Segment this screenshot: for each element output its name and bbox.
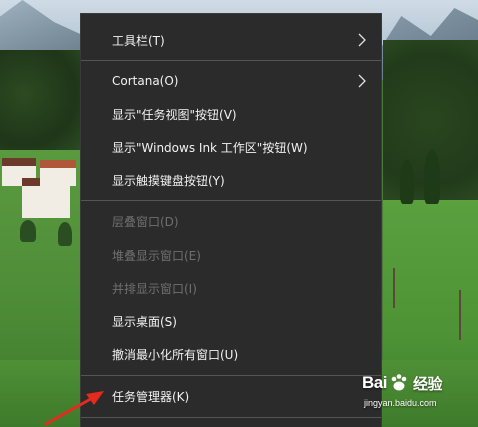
wallpaper-tree xyxy=(58,222,72,246)
baidu-paw-icon xyxy=(391,374,407,391)
wallpaper-tree xyxy=(20,220,36,242)
taskbar-context-menu: 工具栏(T) Cortana(O) 显示"任务视图"按钮(V) 显示"Windo… xyxy=(80,13,382,427)
menu-item-cascade-windows[interactable]: 层叠窗口(D) xyxy=(81,205,381,237)
menu-item-cortana[interactable]: Cortana(O) xyxy=(81,65,381,97)
wallpaper-house xyxy=(40,160,76,186)
menu-item-show-windows-ink-button[interactable]: 显示"Windows Ink 工作区"按钮(W) xyxy=(81,131,381,163)
chevron-right-icon xyxy=(358,74,366,88)
menu-item-label: 并排显示窗口(I) xyxy=(112,281,197,296)
wallpaper-tree xyxy=(400,160,414,204)
menu-item-show-task-view-button[interactable]: 显示"任务视图"按钮(V) xyxy=(81,98,381,130)
menu-item-side-by-side-windows[interactable]: 并排显示窗口(I) xyxy=(81,272,381,304)
menu-separator xyxy=(81,60,381,61)
menu-item-show-desktop[interactable]: 显示桌面(S) xyxy=(81,305,381,337)
menu-item-task-manager[interactable]: 任务管理器(K) xyxy=(81,380,381,412)
chevron-right-icon xyxy=(358,33,366,47)
menu-item-label: 层叠窗口(D) xyxy=(112,214,179,229)
menu-item-label: 撤消最小化所有窗口(U) xyxy=(112,347,239,362)
menu-item-toolbars[interactable]: 工具栏(T) xyxy=(81,24,381,56)
wallpaper-fence-post xyxy=(393,268,395,308)
menu-item-label: 显示触摸键盘按钮(Y) xyxy=(112,173,225,188)
wallpaper-fence-post xyxy=(459,290,461,340)
menu-item-stack-windows[interactable]: 堆叠显示窗口(E) xyxy=(81,239,381,271)
menu-item-label: 工具栏(T) xyxy=(112,33,165,48)
watermark-brand: Bai 经验 xyxy=(362,370,442,396)
wallpaper-tree xyxy=(424,150,440,204)
baidu-jingyan-watermark: Bai 经验 jingyan.baidu.com xyxy=(362,370,472,418)
menu-item-label: Cortana(O) xyxy=(112,74,179,88)
menu-item-show-touch-keyboard-button[interactable]: 显示触摸键盘按钮(Y) xyxy=(81,164,381,196)
menu-item-undo-minimize-all[interactable]: 撤消最小化所有窗口(U) xyxy=(81,338,381,370)
menu-separator xyxy=(81,375,381,376)
watermark-url: jingyan.baidu.com xyxy=(364,398,437,408)
menu-item-label: 任务管理器(K) xyxy=(112,389,190,404)
watermark-brand-text: Bai xyxy=(362,373,387,392)
menu-item-label: 显示"任务视图"按钮(V) xyxy=(112,107,237,122)
menu-item-label: 堆叠显示窗口(E) xyxy=(112,248,201,263)
menu-item-label: 显示"Windows Ink 工作区"按钮(W) xyxy=(112,140,308,155)
watermark-brand-suffix: 经验 xyxy=(412,375,443,393)
menu-separator xyxy=(81,200,381,201)
menu-item-label: 显示桌面(S) xyxy=(112,314,177,329)
menu-separator xyxy=(81,417,381,418)
wallpaper-forest-left xyxy=(0,50,80,160)
